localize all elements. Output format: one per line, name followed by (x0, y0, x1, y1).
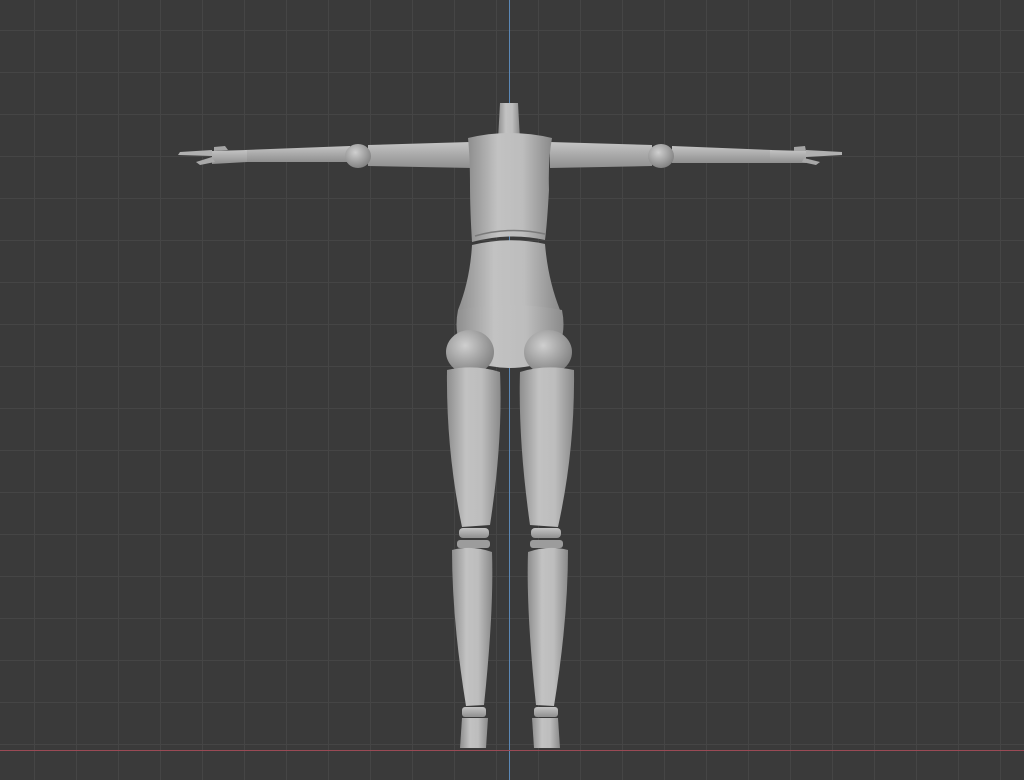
right-leg (519, 367, 575, 748)
3d-viewport[interactable] (0, 0, 1024, 780)
left-arm (178, 142, 472, 168)
ball-jointed-doll-mesh[interactable] (0, 0, 1024, 780)
left-hip-joint (446, 330, 494, 374)
left-leg (446, 367, 501, 748)
right-arm (550, 142, 842, 168)
chest (468, 133, 552, 242)
right-hip-joint (524, 330, 572, 374)
